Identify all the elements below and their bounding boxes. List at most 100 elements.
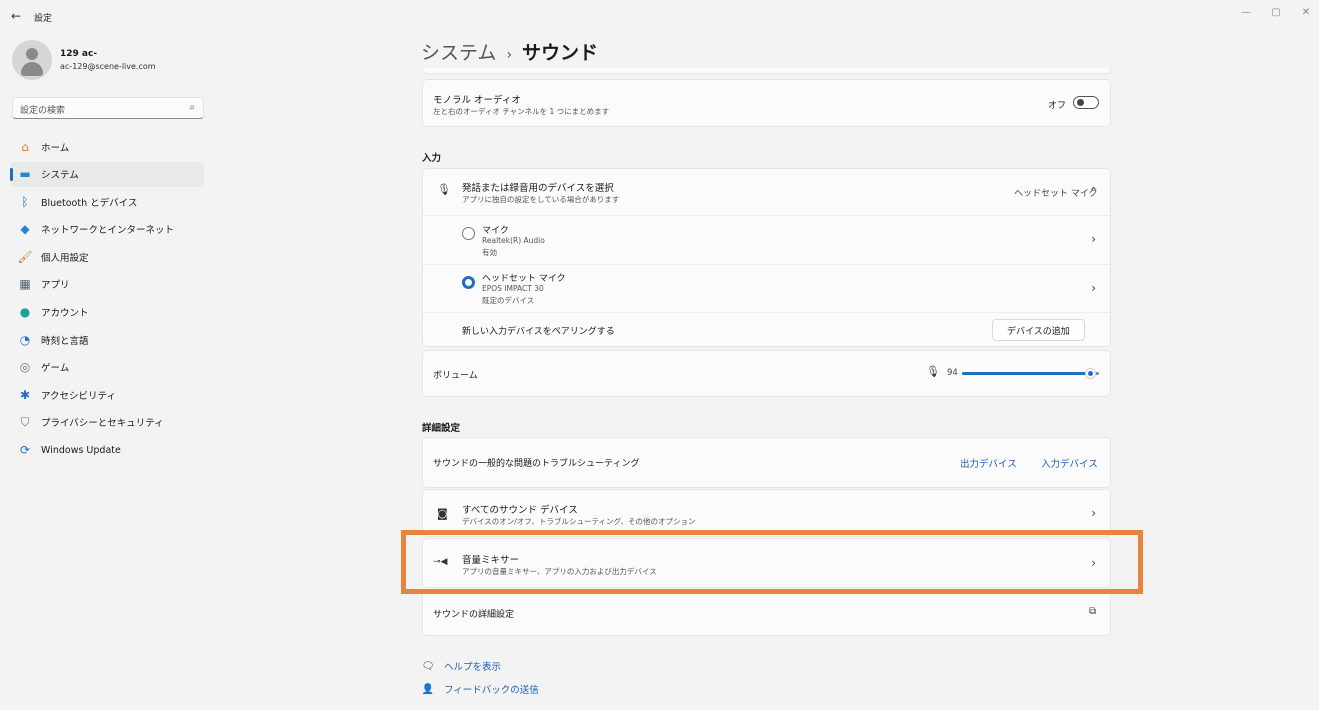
feedback-label: フィードバックの送信: [444, 685, 539, 696]
sidebar-item[interactable]: ▬ システム: [10, 161, 204, 187]
sidebar-item[interactable]: ⟳ Windows Update: [10, 438, 204, 463]
volume-label: ボリューム: [433, 371, 478, 381]
breadcrumb-parent[interactable]: システム: [421, 42, 496, 64]
mono-audio-toggle[interactable]: [1073, 96, 1099, 109]
feedback-icon: 👤: [421, 683, 435, 695]
input-device-status: 有効: [482, 248, 497, 257]
brush-icon: 🖌: [17, 249, 33, 264]
sidebar-item[interactable]: ▦ アプリ: [10, 272, 204, 297]
volume-value: 94: [947, 368, 958, 378]
input-device-card: 🎙 発話または録音用のデバイスを選択 アプリに独自の設定をしている場合があります…: [422, 168, 1111, 347]
back-button[interactable]: ←: [6, 6, 26, 26]
maximize-button[interactable]: ▢: [1262, 4, 1290, 20]
minimize-icon: —: [1241, 6, 1251, 18]
sidebar-item[interactable]: ✱ アクセシビリティ: [10, 382, 204, 407]
sidebar-item-label: Bluetooth とデバイス: [41, 197, 138, 209]
system-icon: ▬: [19, 167, 31, 182]
advanced-sound-settings-label: サウンドの詳細設定: [433, 610, 515, 620]
sidebar-item[interactable]: ◔ 時刻と言語: [10, 327, 204, 352]
update-icon: ⟳: [19, 443, 31, 458]
sidebar-item[interactable]: ● アカウント: [10, 300, 204, 325]
sidebar-item-label: アクセシビリティ: [41, 390, 116, 402]
window-title: 設定: [34, 14, 53, 24]
pair-input-label: 新しい入力デバイスをペアリングする: [462, 327, 615, 337]
close-icon: ✕: [1301, 6, 1311, 18]
microphone-icon[interactable]: 🎙: [926, 365, 940, 378]
advanced-sound-settings-card[interactable]: サウンドの詳細設定 ⧉: [422, 589, 1111, 636]
pair-input-row: 新しい入力デバイスをペアリングする デバイスの追加: [423, 313, 1110, 348]
mono-audio-state: オフ: [1048, 101, 1067, 111]
all-sound-devices-desc: デバイスのオン/オフ、トラブルシューティング、その他のオプション: [462, 517, 696, 526]
user-name: 129 ac-: [60, 49, 98, 59]
help-link[interactable]: 🗨 ヘルプを表示: [421, 659, 501, 674]
sidebar-item-label: プライバシーとセキュリティ: [41, 418, 164, 430]
close-button[interactable]: ✕: [1292, 4, 1319, 20]
troubleshoot-card: サウンドの一般的な問題のトラブルシューティング 出力デバイス 入力デバイス: [422, 437, 1111, 488]
gaming-icon: ◎: [19, 360, 31, 375]
sidebar-item[interactable]: ⌂ ホーム: [10, 134, 204, 159]
search-placeholder: 設定の検索: [20, 106, 66, 116]
sidebar-item[interactable]: ◆ ネットワークとインターネット: [10, 217, 204, 242]
back-arrow-icon: ←: [10, 9, 22, 23]
sidebar-item-label: アカウント: [41, 308, 89, 320]
mono-audio-title: モノラル オーディオ: [433, 95, 521, 106]
sidebar-item[interactable]: ᛒ Bluetooth とデバイス: [10, 189, 204, 214]
input-device-name: マイク: [482, 226, 509, 236]
chevron-right-icon: ›: [1091, 506, 1096, 520]
search-icon[interactable]: ⌕: [189, 102, 195, 113]
mono-audio-desc: 左と右のオーディオ チャンネルを 1 つにまとめます: [433, 107, 610, 116]
input-device-option[interactable]: ヘッドセット マイク EPOS IMPACT 30 既定のデバイス ›: [423, 265, 1110, 312]
sidebar-item-label: システム: [41, 170, 79, 182]
mono-audio-card: モノラル オーディオ 左と右のオーディオ チャンネルを 1 つにまとめます オフ: [422, 79, 1111, 127]
sidebar-item-label: 時刻と言語: [41, 335, 89, 347]
microphone-icon: 🎙: [437, 183, 451, 196]
choose-input-device-row[interactable]: 🎙 発話または録音用のデバイスを選択 アプリに独自の設定をしている場合があります…: [423, 169, 1110, 215]
choose-input-desc: アプリに独自の設定をしている場合があります: [462, 195, 620, 204]
sidebar-item-label: 個人用設定: [41, 252, 89, 264]
minimize-button[interactable]: —: [1232, 4, 1260, 20]
sidebar-item-label: アプリ: [41, 280, 70, 292]
sidebar-nav: ⌂ ホーム ▬ システム ᛒ Bluetooth とデバイス ◆ ネットワークとインターネット…: [10, 134, 204, 465]
choose-input-title: 発話または録音用のデバイスを選択: [462, 183, 614, 194]
home-icon: ⌂: [21, 139, 29, 154]
sidebar-item[interactable]: ⛉ プライバシーとセキュリティ: [10, 410, 204, 435]
network-icon: ◆: [20, 222, 30, 237]
input-device-driver: Realtek(R) Audio: [482, 236, 545, 245]
add-device-button[interactable]: デバイスの追加: [992, 319, 1085, 341]
volume-slider-fill[interactable]: [962, 372, 1087, 375]
speaker-icon: ◙: [437, 507, 448, 520]
external-link-icon: ⧉: [1089, 606, 1097, 617]
breadcrumb: システム › サウンド: [421, 38, 598, 65]
settings-search-input[interactable]: 設定の検索 ⌕: [12, 97, 204, 119]
sidebar-item-label: ネットワークとインターネット: [41, 225, 175, 237]
input-device-radio-selected[interactable]: [462, 276, 475, 289]
sidebar-item-label: Windows Update: [41, 444, 121, 456]
advanced-section-title: 詳細設定: [422, 423, 461, 434]
card-above-edge: [422, 68, 1111, 74]
sidebar-item[interactable]: ◎ ゲーム: [10, 355, 204, 380]
input-device-model: EPOS IMPACT 30: [482, 284, 544, 293]
breadcrumb-separator: ›: [506, 47, 513, 63]
volume-slider-thumb[interactable]: [1085, 368, 1096, 379]
troubleshoot-label: サウンドの一般的な問題のトラブルシューティング: [433, 459, 640, 469]
input-device-radio[interactable]: [462, 227, 475, 240]
input-device-option[interactable]: マイク Realtek(R) Audio 有効 ›: [423, 216, 1110, 264]
page-title: サウンド: [522, 42, 599, 64]
bluetooth-icon: ᛒ: [21, 194, 29, 209]
highlight-frame: [401, 530, 1143, 594]
output-devices-link[interactable]: 出力デバイス: [960, 456, 1017, 470]
apps-icon: ▦: [19, 277, 31, 292]
chevron-up-icon[interactable]: ⌃: [1089, 185, 1098, 198]
avatar: [12, 40, 52, 80]
chevron-right-icon: ›: [1091, 281, 1096, 295]
sidebar-item[interactable]: 🖌 個人用設定: [10, 244, 204, 269]
title-bar: ← 設定 — ▢ ✕: [0, 0, 1319, 32]
volume-card: ボリューム 🎙 94: [422, 350, 1111, 397]
input-device-name: ヘッドセット マイク: [482, 274, 566, 284]
input-devices-link[interactable]: 入力デバイス: [1041, 456, 1098, 470]
input-device-status: 既定のデバイス: [482, 296, 535, 305]
feedback-link[interactable]: 👤 フィードバックの送信: [421, 682, 539, 697]
time-language-icon: ◔: [19, 332, 31, 347]
accessibility-icon: ✱: [19, 387, 31, 402]
shield-icon: ⛉: [20, 414, 30, 429]
